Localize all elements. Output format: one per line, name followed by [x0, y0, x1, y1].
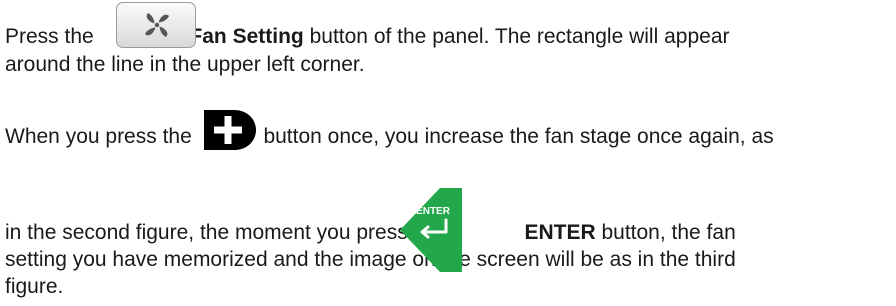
- fan-setting-label: Fan Setting: [189, 25, 304, 48]
- enter-button-icon: ENTER: [400, 188, 462, 272]
- paragraph-3-line-1: in the second figure, the moment you pre…: [5, 220, 736, 246]
- text: in the second figure, the moment you pre…: [5, 221, 443, 244]
- text: button once, you increase the fan stage …: [263, 125, 774, 148]
- paragraph-1-line-2: around the line in the upper left corner…: [5, 53, 365, 76]
- enter-icon-text: ENTER: [416, 206, 451, 217]
- fan-icon: [145, 13, 169, 37]
- text: button of the panel. The rectangle will …: [309, 25, 730, 48]
- plus-button-icon: [204, 110, 256, 150]
- paragraph-3-line-3: figure.: [5, 275, 64, 298]
- text: button, the fan: [601, 221, 736, 244]
- text: Press the: [5, 25, 94, 48]
- text: When you press the: [5, 125, 192, 148]
- paragraph-3-line-2: setting you have memorized and the image…: [5, 248, 736, 271]
- paragraph-1-line-1: Press the Fan Setting button of the pane…: [5, 24, 730, 50]
- paragraph-2-line-1: When you press the button once, you incr…: [5, 124, 774, 150]
- enter-label: ENTER: [524, 221, 596, 244]
- fan-setting-button: [116, 2, 196, 48]
